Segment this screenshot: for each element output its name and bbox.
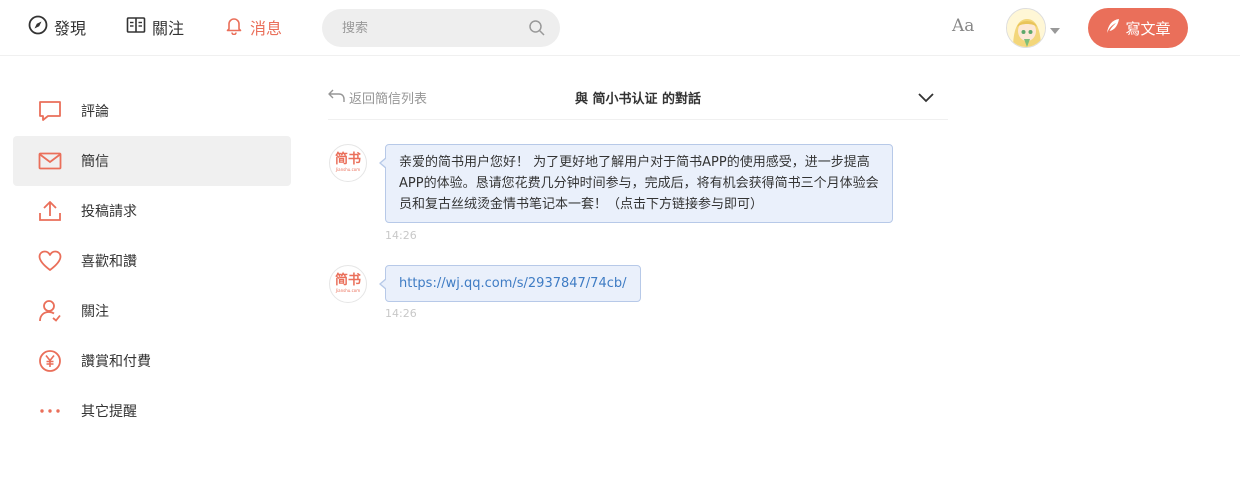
- feather-icon: [1105, 18, 1125, 38]
- nav-discover[interactable]: 發現: [28, 0, 86, 54]
- more-icon: [37, 398, 63, 424]
- sidebar-item-submissions[interactable]: 投稿請求: [13, 186, 291, 236]
- search-input[interactable]: [342, 20, 528, 36]
- sidebar-item-rewards[interactable]: 讚賞和付費: [13, 336, 291, 386]
- sidebar-item-likes[interactable]: 喜歡和讚: [13, 236, 291, 286]
- conversation-panel: 返回簡信列表 與 简小书认证 的對話 简书 Jianshu.com 亲爱的简书用…: [328, 78, 948, 320]
- caret-down-icon: [1050, 19, 1060, 38]
- search-icon[interactable]: [528, 19, 546, 37]
- nav-follow-label: 關注: [152, 19, 185, 38]
- sidebar-item-label: 讚賞和付費: [81, 354, 151, 370]
- nav-discover-label: 發現: [54, 19, 87, 38]
- nav-messages-label: 消息: [250, 19, 283, 38]
- write-article-label: 寫文章: [1125, 19, 1171, 38]
- message-text: 亲爱的简书用户您好！ 为了更好地了解用户对于简书APP的使用感受，进一步提高AP…: [399, 155, 879, 212]
- nav-messages[interactable]: 消息: [224, 0, 282, 54]
- sidebar-item-other[interactable]: 其它提醒: [13, 386, 291, 436]
- nav-follow[interactable]: 關注: [126, 0, 184, 54]
- compass-icon: [28, 15, 54, 39]
- sidebar-item-label: 關注: [81, 304, 109, 320]
- sidebar-item-label: 簡信: [81, 154, 109, 170]
- font-toggle-button[interactable]: Aa: [952, 16, 974, 36]
- sidebar-item-follows[interactable]: 關注: [13, 286, 291, 336]
- user-menu[interactable]: [1006, 8, 1060, 48]
- sidebar-item-label: 評論: [81, 104, 109, 120]
- search-box: [322, 9, 560, 47]
- user-follow-icon: [37, 298, 63, 324]
- conversation-title: 與 简小书认证 的對話: [574, 92, 702, 107]
- jianshu-logo-subtext: Jianshu.com: [335, 288, 361, 293]
- bell-icon: [224, 15, 250, 39]
- comment-icon: [37, 98, 63, 124]
- conversation-header: 返回簡信列表 與 简小书认证 的對話: [328, 78, 948, 120]
- jianshu-logo-subtext: Jianshu.com: [335, 167, 361, 172]
- upload-icon: [37, 198, 63, 224]
- jianshu-logo-text: 简书: [334, 152, 361, 167]
- avatar: [1006, 8, 1046, 48]
- message-timestamp: 14:26: [385, 307, 417, 320]
- sidebar-item-messages[interactable]: 簡信: [13, 136, 291, 186]
- yen-icon: [37, 348, 63, 374]
- message-bubble: 亲爱的简书用户您好！ 为了更好地了解用户对于简书APP的使用感受，进一步提高AP…: [379, 144, 893, 223]
- sidebar-item-label: 投稿請求: [81, 204, 137, 220]
- jianshu-logo-text: 简书: [334, 273, 361, 288]
- heart-icon: [37, 248, 63, 274]
- book-icon: [126, 15, 152, 39]
- message-bubble: https://wj.qq.com/s/2937847/74cb/: [379, 265, 641, 302]
- message-timestamp: 14:26: [385, 229, 417, 242]
- sidebar-item-label: 其它提醒: [81, 404, 137, 420]
- chevron-down-icon[interactable]: [918, 88, 934, 107]
- write-article-button[interactable]: 寫文章: [1088, 8, 1188, 48]
- sender-avatar[interactable]: 简书 Jianshu.com: [329, 144, 367, 182]
- sidebar-item-comments[interactable]: 評論: [13, 86, 291, 136]
- survey-link[interactable]: https://wj.qq.com/s/2937847/74cb/: [399, 276, 627, 291]
- sender-avatar[interactable]: 简书 Jianshu.com: [329, 265, 367, 303]
- top-navbar: 發現 關注 消息 Aa: [0, 0, 1240, 56]
- sidebar-item-label: 喜歡和讚: [81, 254, 137, 270]
- notification-sidebar: 評論 簡信 投稿請求 喜歡和讚 關注 讚賞和付費 其它提醒: [13, 86, 291, 436]
- mail-icon: [37, 148, 63, 174]
